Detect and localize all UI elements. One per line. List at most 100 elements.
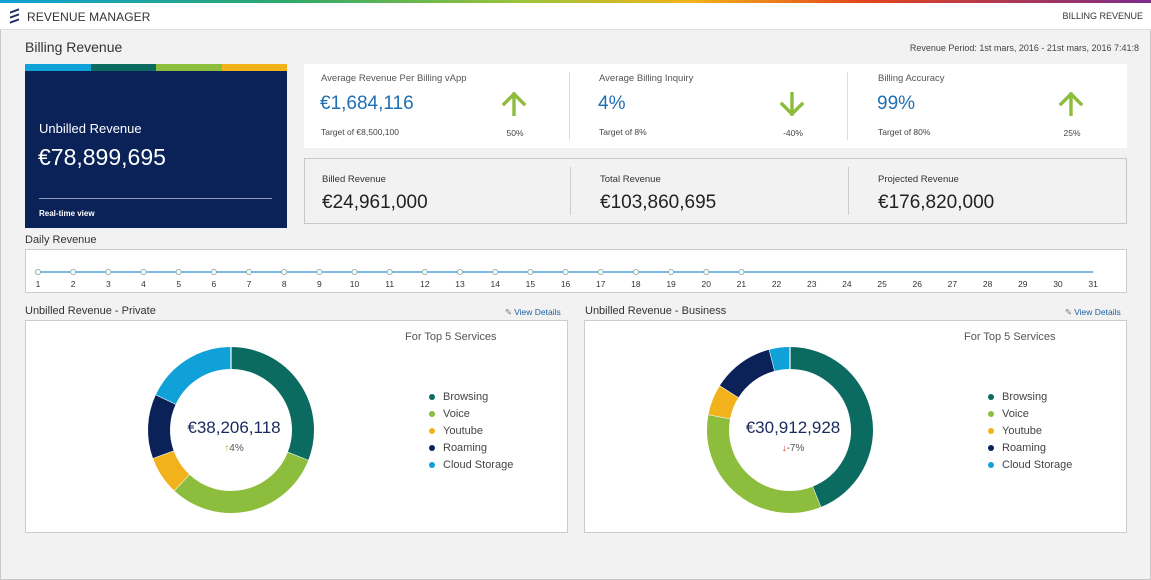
legend-item[interactable]: Roaming bbox=[988, 442, 1072, 459]
day-tick-label: 7 bbox=[247, 279, 252, 289]
day-point[interactable] bbox=[492, 268, 499, 276]
kpi-billing-inquiry: Average Billing Inquiry 4% Target of 8% … bbox=[582, 64, 856, 148]
day-point[interactable] bbox=[210, 268, 217, 276]
legend-dot-icon bbox=[988, 445, 994, 451]
donut-slice-youtube[interactable] bbox=[708, 385, 739, 420]
company-logo-icon bbox=[10, 8, 20, 24]
legend-item[interactable]: Youtube bbox=[429, 425, 513, 442]
pencil-icon: ✎ bbox=[505, 307, 513, 317]
kpi-target: Target of 80% bbox=[878, 127, 931, 137]
legend-dot-icon bbox=[988, 462, 994, 468]
view-details-link-business[interactable]: ✎ View Details bbox=[1065, 307, 1121, 318]
donut-total-value: €30,912,928 bbox=[745, 418, 841, 437]
day-point[interactable] bbox=[140, 268, 147, 276]
view-details-label: View Details bbox=[514, 307, 561, 317]
donut-slice-cloud-storage[interactable] bbox=[769, 347, 791, 371]
donut-card-private: For Top 5 Services €38,206,118 ↑4% Brows… bbox=[25, 320, 568, 533]
legend-dot-icon bbox=[429, 394, 435, 400]
legend-label: Voice bbox=[443, 408, 470, 420]
kpi-value: 4% bbox=[598, 93, 626, 114]
day-point[interactable] bbox=[351, 268, 358, 276]
color-stripe bbox=[25, 64, 287, 71]
billed-revenue: Billed Revenue €24,961,000 bbox=[305, 159, 579, 223]
legend-item[interactable]: Roaming bbox=[429, 442, 513, 459]
day-tick-label: 19 bbox=[666, 279, 676, 289]
day-tick-label: 31 bbox=[1088, 279, 1098, 289]
day-point[interactable] bbox=[632, 268, 639, 276]
day-tick-label: 15 bbox=[526, 279, 536, 289]
kpi-target: Target of €8,500,100 bbox=[321, 127, 399, 137]
day-tick-label: 28 bbox=[983, 279, 993, 289]
donut-subtitle: For Top 5 Services bbox=[405, 331, 497, 343]
donut-change: ↓-7% bbox=[733, 443, 853, 454]
donut-slice-browsing[interactable] bbox=[230, 347, 314, 461]
view-details-label: View Details bbox=[1074, 307, 1121, 317]
day-point[interactable] bbox=[456, 268, 464, 276]
day-point[interactable] bbox=[386, 268, 393, 276]
legend-item[interactable]: Cloud Storage bbox=[429, 459, 513, 476]
daily-revenue-timeline: 1 2 3 4 5 6 7 8 9 10 11 12 13 14 15 16 17 18 19 20 21 22 23 24 2… bbox=[34, 268, 1098, 289]
legend-label: Roaming bbox=[1002, 442, 1047, 454]
legend-dot-icon bbox=[429, 411, 435, 417]
day-point[interactable] bbox=[703, 268, 710, 276]
app-title: REVENUE MANAGER bbox=[27, 10, 151, 24]
view-details-link-private[interactable]: ✎ View Details bbox=[505, 307, 561, 318]
legend-item[interactable]: Browsing bbox=[429, 391, 513, 408]
real-time-view-link[interactable]: Real-time view bbox=[39, 209, 95, 218]
kpi-average-revenue: Average Revenue Per Billing vApp €1,684,… bbox=[304, 64, 578, 148]
day-tick-label: 20 bbox=[701, 279, 711, 289]
legend-label: Cloud Storage bbox=[1002, 459, 1073, 471]
kpi-change: -40% bbox=[783, 128, 803, 138]
top-bar: REVENUE MANAGER BILLING REVENUE bbox=[0, 3, 1151, 30]
legend-item[interactable]: Browsing bbox=[988, 391, 1072, 408]
kpi-value: 99% bbox=[877, 93, 916, 114]
day-point[interactable] bbox=[527, 268, 534, 276]
legend-item[interactable]: Youtube bbox=[988, 425, 1072, 442]
daily-revenue-card: 1 2 3 4 5 6 7 8 9 10 11 12 13 14 15 16 17 18 19 20 21 22 23 24 2… bbox=[25, 249, 1127, 293]
donut-slice-cloud-storage[interactable] bbox=[155, 347, 232, 405]
day-tick-label: 29 bbox=[1018, 279, 1028, 289]
legend-dot-icon bbox=[988, 411, 994, 417]
stripe-segment bbox=[90, 64, 156, 71]
day-point[interactable] bbox=[597, 268, 604, 276]
projected-revenue: Projected Revenue €176,820,000 bbox=[861, 159, 1135, 223]
day-point[interactable] bbox=[105, 268, 112, 276]
kpi-billing-accuracy: Billing Accuracy 99% Target of 80% 25% bbox=[861, 64, 1135, 148]
donut-slice-roaming[interactable] bbox=[719, 349, 776, 398]
revenue-value: €176,820,000 bbox=[878, 192, 995, 213]
day-point[interactable] bbox=[668, 268, 675, 276]
day-tick-label: 4 bbox=[141, 279, 146, 289]
kpi-card: Average Revenue Per Billing vApp €1,684,… bbox=[304, 64, 1127, 148]
day-point[interactable] bbox=[175, 268, 182, 276]
legend-item[interactable]: Voice bbox=[429, 408, 513, 425]
donut-change-value: -7% bbox=[786, 443, 805, 454]
donut-change-value: 4% bbox=[229, 443, 244, 454]
day-tick-label: 12 bbox=[420, 279, 430, 289]
day-point[interactable] bbox=[738, 268, 745, 276]
day-tick-label: 17 bbox=[596, 279, 606, 289]
legend-item[interactable]: Cloud Storage bbox=[988, 459, 1072, 476]
day-point[interactable] bbox=[245, 268, 253, 276]
breadcrumb[interactable]: BILLING REVENUE bbox=[1062, 11, 1143, 21]
day-point[interactable] bbox=[70, 268, 77, 276]
day-point[interactable] bbox=[562, 268, 569, 276]
day-point[interactable] bbox=[421, 268, 428, 276]
day-tick-label: 1 bbox=[36, 279, 41, 289]
divider bbox=[570, 167, 571, 215]
day-tick-label: 22 bbox=[772, 279, 782, 289]
day-tick-label: 3 bbox=[106, 279, 111, 289]
donut-slice-voice[interactable] bbox=[174, 452, 309, 513]
arrow-up-icon bbox=[501, 92, 527, 116]
donut-slice-roaming[interactable] bbox=[148, 394, 177, 459]
revenue-label: Billed Revenue bbox=[322, 174, 386, 185]
legend-label: Cloud Storage bbox=[443, 459, 514, 471]
day-tick-label: 14 bbox=[490, 279, 500, 289]
day-point[interactable] bbox=[281, 268, 288, 276]
revenue-label: Total Revenue bbox=[600, 174, 661, 185]
day-tick-label: 18 bbox=[631, 279, 641, 289]
legend-dot-icon bbox=[988, 394, 994, 400]
donut-slice-youtube[interactable] bbox=[152, 450, 190, 491]
day-point[interactable] bbox=[316, 268, 323, 276]
legend-item[interactable]: Voice bbox=[988, 408, 1072, 425]
day-point[interactable] bbox=[34, 268, 42, 276]
